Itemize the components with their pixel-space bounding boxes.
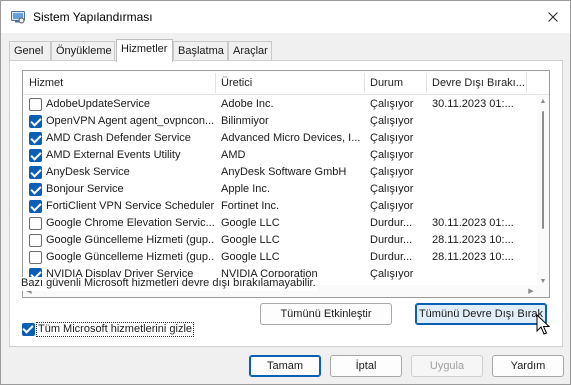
vendor-cell: Bilinmiyor xyxy=(221,115,269,127)
service-name-cell: AMD Crash Defender Service xyxy=(46,132,191,144)
vendor-cell: Google LLC xyxy=(221,251,280,263)
status-cell: Durdur... xyxy=(370,217,413,229)
services-list[interactable]: Hizmet Üretici Durum Devre Dışı Bırakı..… xyxy=(22,70,550,298)
disabled-date-cell xyxy=(432,164,526,181)
tab-startup[interactable]: Başlatma xyxy=(173,41,228,61)
table-row[interactable]: Google Chrome Elevation Servic... Google … xyxy=(23,215,537,232)
service-name-cell: Google Chrome Elevation Servic... xyxy=(46,217,214,229)
service-name-cell: Bonjour Service xyxy=(46,183,124,195)
status-cell: Çalışıyor xyxy=(370,115,414,127)
column-header-disabled-date[interactable]: Devre Dışı Bırakı... xyxy=(426,71,526,95)
vendor-cell: Adobe Inc. xyxy=(221,98,274,110)
vendor-cell: Google LLC xyxy=(221,217,280,229)
disabled-date-cell: 28.11.2023 10:... xyxy=(432,234,514,246)
vendor-cell: AMD xyxy=(221,149,246,161)
checkbox-checked-icon[interactable] xyxy=(29,200,42,213)
table-row[interactable]: AMD Crash Defender Service Advanced Micro… xyxy=(23,130,537,147)
apply-button: Uygula xyxy=(411,355,483,377)
checkbox-unchecked-icon[interactable] xyxy=(29,98,42,111)
status-cell: Çalışıyor xyxy=(370,268,414,280)
service-name-cell: AnyDesk Service xyxy=(46,166,130,178)
scroll-right-arrow-icon[interactable]: ▶ xyxy=(525,285,537,297)
vendor-cell: Fortinet Inc. xyxy=(221,200,280,212)
close-icon xyxy=(548,12,558,22)
checkbox-unchecked-icon[interactable] xyxy=(29,251,42,264)
disabled-date-cell: 30.11.2023 01:... xyxy=(432,217,514,229)
status-cell: Durdur... xyxy=(370,234,413,246)
cancel-button[interactable]: İptal xyxy=(330,355,402,377)
service-name-cell: OpenVPN Agent agent_ovpncon... xyxy=(46,115,214,127)
close-button[interactable] xyxy=(536,1,570,33)
disabled-date-cell xyxy=(432,147,526,164)
status-cell: Durdur... xyxy=(370,251,413,263)
service-name-cell: AdobeUpdateService xyxy=(46,98,150,110)
checkbox-checked-icon[interactable] xyxy=(29,115,42,128)
enable-all-button[interactable]: Tümünü Etkinleştir xyxy=(260,303,392,325)
disabled-date-cell: 28.11.2023 10:... xyxy=(432,251,514,263)
table-row[interactable]: Google Güncelleme Hizmeti (gup... Google … xyxy=(23,232,537,249)
service-name-cell: Google Güncelleme Hizmeti (gup... xyxy=(46,234,214,246)
ok-button[interactable]: Tamam xyxy=(249,355,321,377)
vendor-cell: Google LLC xyxy=(221,234,280,246)
list-header: Hizmet Üretici Durum Devre Dışı Bırakı..… xyxy=(23,71,549,95)
microsoft-services-note: Bazı güvenli Microsoft hizmetleri devre … xyxy=(19,277,318,291)
disabled-date-cell xyxy=(432,266,526,283)
table-row[interactable]: OpenVPN Agent agent_ovpncon... Bilinmiyor… xyxy=(23,113,537,130)
checkbox-checked-icon[interactable] xyxy=(29,149,42,162)
vertical-scrollbar[interactable]: ▲ ▼ xyxy=(537,95,549,287)
checkbox-checked-icon[interactable] xyxy=(29,132,42,145)
disabled-date-cell xyxy=(432,113,526,130)
disabled-date-cell xyxy=(432,198,526,215)
scroll-up-arrow-icon[interactable]: ▲ xyxy=(537,95,549,107)
status-cell: Çalışıyor xyxy=(370,200,414,212)
table-row[interactable]: AnyDesk Service AnyDesk Software GmbH Çalı… xyxy=(23,164,537,181)
status-cell: Çalışıyor xyxy=(370,132,414,144)
hide-microsoft-services-label[interactable]: Tüm Microsoft hizmetlerini gizle xyxy=(36,322,195,337)
table-row[interactable]: Bonjour Service Apple Inc. Çalışıyor xyxy=(23,181,537,198)
column-header-service[interactable]: Hizmet xyxy=(23,71,215,95)
vendor-cell: Apple Inc. xyxy=(221,183,270,195)
vendor-cell: Advanced Micro Devices, I... xyxy=(221,132,361,144)
disabled-date-cell: 30.11.2023 01:... xyxy=(432,98,514,110)
tab-tools[interactable]: Araçlar xyxy=(228,41,272,61)
table-row[interactable]: Google Güncelleme Hizmeti (gup... Google … xyxy=(23,249,537,266)
vendor-cell: AnyDesk Software GmbH xyxy=(221,166,347,178)
checkbox-checked-icon[interactable] xyxy=(29,183,42,196)
table-row[interactable]: FortiClient VPN Service Scheduler Fortine… xyxy=(23,198,537,215)
disabled-date-cell xyxy=(432,130,526,147)
table-row[interactable]: AMD External Events Utility AMD Çalışıyor xyxy=(23,147,537,164)
list-body: AdobeUpdateService Adobe Inc. Çalışıyor 30.… xyxy=(23,96,537,288)
tab-services[interactable]: Hizmetler xyxy=(116,39,173,62)
table-row[interactable]: AdobeUpdateService Adobe Inc. Çalışıyor 30.… xyxy=(23,96,537,113)
scrollbar-thumb[interactable] xyxy=(542,111,544,229)
status-cell: Çalışıyor xyxy=(370,149,414,161)
system-configuration-icon xyxy=(11,11,25,24)
mouse-pointer-icon xyxy=(536,314,550,335)
checkbox-unchecked-icon[interactable] xyxy=(29,234,42,247)
service-name-cell: FortiClient VPN Service Scheduler xyxy=(46,200,214,212)
help-button[interactable]: Yardım xyxy=(492,355,564,377)
title-bar: Sistem Yapılandırması xyxy=(1,1,570,33)
status-cell: Çalışıyor xyxy=(370,183,414,195)
column-header-status[interactable]: Durum xyxy=(364,71,426,95)
disabled-date-cell xyxy=(432,181,526,198)
checkbox-checked-icon[interactable] xyxy=(29,166,42,179)
tab-boot[interactable]: Önyükleme xyxy=(51,41,115,61)
status-cell: Çalışıyor xyxy=(370,166,414,178)
checkbox-unchecked-icon[interactable] xyxy=(29,217,42,230)
checkbox-checked-icon[interactable] xyxy=(22,323,35,336)
window-title: Sistem Yapılandırması xyxy=(33,10,153,24)
column-separator[interactable] xyxy=(526,73,527,93)
services-panel: Hizmet Üretici Durum Devre Dışı Bırakı..… xyxy=(9,60,563,347)
status-cell: Çalışıyor xyxy=(370,98,414,110)
column-header-vendor[interactable]: Üretici xyxy=(215,71,364,95)
system-configuration-window: Sistem Yapılandırması Genel Önyükleme Hi… xyxy=(0,0,571,385)
tab-general[interactable]: Genel xyxy=(9,41,51,61)
disable-all-button[interactable]: Tümünü Devre Dışı Bırak xyxy=(415,303,547,325)
service-name-cell: Google Güncelleme Hizmeti (gup... xyxy=(46,251,214,263)
service-name-cell: AMD External Events Utility xyxy=(46,149,181,161)
